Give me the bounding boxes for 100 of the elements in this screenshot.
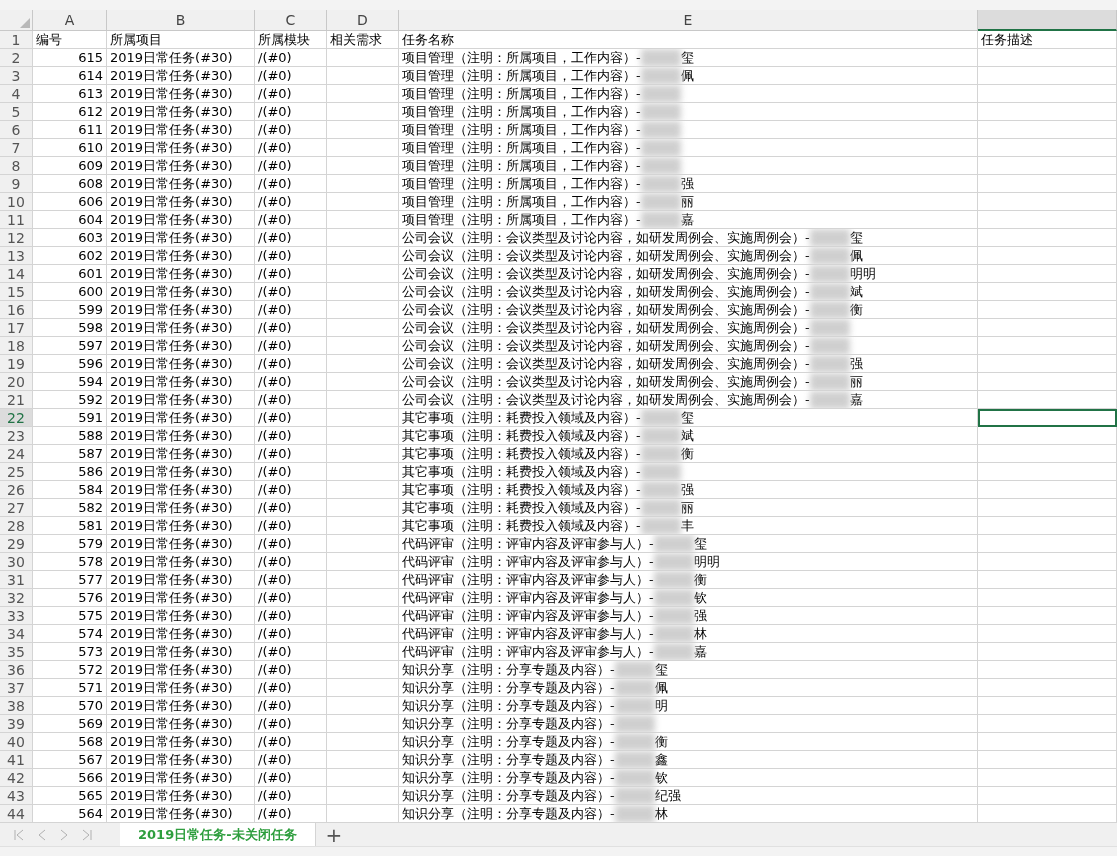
row-header[interactable]: 2	[0, 49, 33, 67]
row-header[interactable]: 28	[0, 517, 33, 535]
row-header[interactable]: 23	[0, 427, 33, 445]
row-header[interactable]: 9	[0, 175, 33, 193]
empty-cell[interactable]	[978, 373, 1117, 391]
empty-cell[interactable]	[978, 751, 1117, 769]
row-header[interactable]: 44	[0, 805, 33, 822]
column-header[interactable]	[978, 10, 1117, 31]
sheet-tab[interactable]: 2019日常任务-未关闭任务	[120, 823, 316, 846]
empty-cell[interactable]	[978, 391, 1117, 409]
row-header[interactable]: 3	[0, 67, 33, 85]
row-header[interactable]: 6	[0, 121, 33, 139]
empty-cell[interactable]	[978, 697, 1117, 715]
row-header[interactable]: 19	[0, 355, 33, 373]
row-header[interactable]: 5	[0, 103, 33, 121]
select-all-button[interactable]	[0, 10, 33, 31]
empty-cell[interactable]	[978, 607, 1117, 625]
first-sheet-icon[interactable]	[14, 828, 24, 841]
row-header[interactable]: 40	[0, 733, 33, 751]
column-header[interactable]: D	[327, 10, 399, 31]
empty-cell[interactable]	[978, 733, 1117, 751]
previous-sheet-icon[interactable]	[38, 828, 46, 841]
row-header[interactable]: 24	[0, 445, 33, 463]
column-header[interactable]: E	[399, 10, 978, 31]
empty-cell[interactable]	[978, 463, 1117, 481]
empty-cell[interactable]	[978, 283, 1117, 301]
row-header[interactable]: 1	[0, 31, 33, 49]
row-header[interactable]: 34	[0, 625, 33, 643]
row-header[interactable]: 11	[0, 211, 33, 229]
empty-cell[interactable]	[978, 157, 1117, 175]
empty-cell[interactable]	[978, 769, 1117, 787]
empty-cell[interactable]	[978, 553, 1117, 571]
row-header[interactable]: 33	[0, 607, 33, 625]
empty-cell[interactable]	[978, 49, 1117, 67]
empty-cell[interactable]	[978, 229, 1117, 247]
row-header[interactable]: 13	[0, 247, 33, 265]
row-header[interactable]: 22	[0, 409, 33, 427]
empty-cell[interactable]	[978, 67, 1117, 85]
row-header[interactable]: 38	[0, 697, 33, 715]
empty-cell[interactable]	[978, 319, 1117, 337]
empty-cell[interactable]	[978, 121, 1117, 139]
row-header[interactable]: 37	[0, 679, 33, 697]
row-header[interactable]: 29	[0, 535, 33, 553]
empty-cell[interactable]	[978, 481, 1117, 499]
last-sheet-icon[interactable]	[82, 828, 92, 841]
empty-cell[interactable]	[978, 103, 1117, 121]
empty-cell[interactable]	[978, 427, 1117, 445]
column-header[interactable]: A	[33, 10, 107, 31]
row-header[interactable]: 27	[0, 499, 33, 517]
row-header[interactable]: 15	[0, 283, 33, 301]
empty-cell[interactable]	[978, 499, 1117, 517]
empty-cell[interactable]	[978, 571, 1117, 589]
empty-cell[interactable]	[978, 787, 1117, 805]
row-header[interactable]: 21	[0, 391, 33, 409]
row-header[interactable]: 16	[0, 301, 33, 319]
empty-cell[interactable]	[978, 247, 1117, 265]
empty-cell[interactable]	[978, 337, 1117, 355]
row-header[interactable]: 10	[0, 193, 33, 211]
row-header[interactable]: 7	[0, 139, 33, 157]
row-header[interactable]: 18	[0, 337, 33, 355]
row-header[interactable]: 20	[0, 373, 33, 391]
empty-cell[interactable]	[978, 517, 1117, 535]
row-header[interactable]: 14	[0, 265, 33, 283]
empty-cell[interactable]	[978, 139, 1117, 157]
row-header[interactable]: 17	[0, 319, 33, 337]
empty-cell[interactable]	[978, 355, 1117, 373]
row-header[interactable]: 31	[0, 571, 33, 589]
row-header[interactable]: 26	[0, 481, 33, 499]
empty-cell[interactable]	[978, 445, 1117, 463]
empty-cell[interactable]	[978, 715, 1117, 733]
empty-cell[interactable]	[978, 679, 1117, 697]
empty-cell[interactable]	[978, 193, 1117, 211]
empty-cell[interactable]	[978, 265, 1117, 283]
row-header[interactable]: 35	[0, 643, 33, 661]
empty-cell[interactable]	[978, 643, 1117, 661]
row-header[interactable]: 4	[0, 85, 33, 103]
row-header[interactable]: 8	[0, 157, 33, 175]
column-header[interactable]: B	[107, 10, 255, 31]
row-header[interactable]: 39	[0, 715, 33, 733]
empty-cell[interactable]	[978, 175, 1117, 193]
empty-cell[interactable]	[978, 85, 1117, 103]
blur-overlay	[640, 427, 681, 444]
column-header[interactable]: C	[255, 10, 327, 31]
row-header[interactable]: 42	[0, 769, 33, 787]
row-header[interactable]: 12	[0, 229, 33, 247]
empty-cell[interactable]	[978, 589, 1117, 607]
empty-cell[interactable]	[978, 535, 1117, 553]
row-header[interactable]: 36	[0, 661, 33, 679]
empty-cell[interactable]	[978, 301, 1117, 319]
empty-cell[interactable]	[978, 661, 1117, 679]
empty-cell[interactable]	[978, 211, 1117, 229]
empty-cell[interactable]	[978, 625, 1117, 643]
add-sheet-button[interactable]: +	[315, 824, 353, 845]
row-header[interactable]: 43	[0, 787, 33, 805]
row-header[interactable]: 41	[0, 751, 33, 769]
row-header[interactable]: 32	[0, 589, 33, 607]
row-header[interactable]: 30	[0, 553, 33, 571]
selected-cell[interactable]	[978, 409, 1117, 427]
row-header[interactable]: 25	[0, 463, 33, 481]
next-sheet-icon[interactable]	[60, 828, 68, 841]
